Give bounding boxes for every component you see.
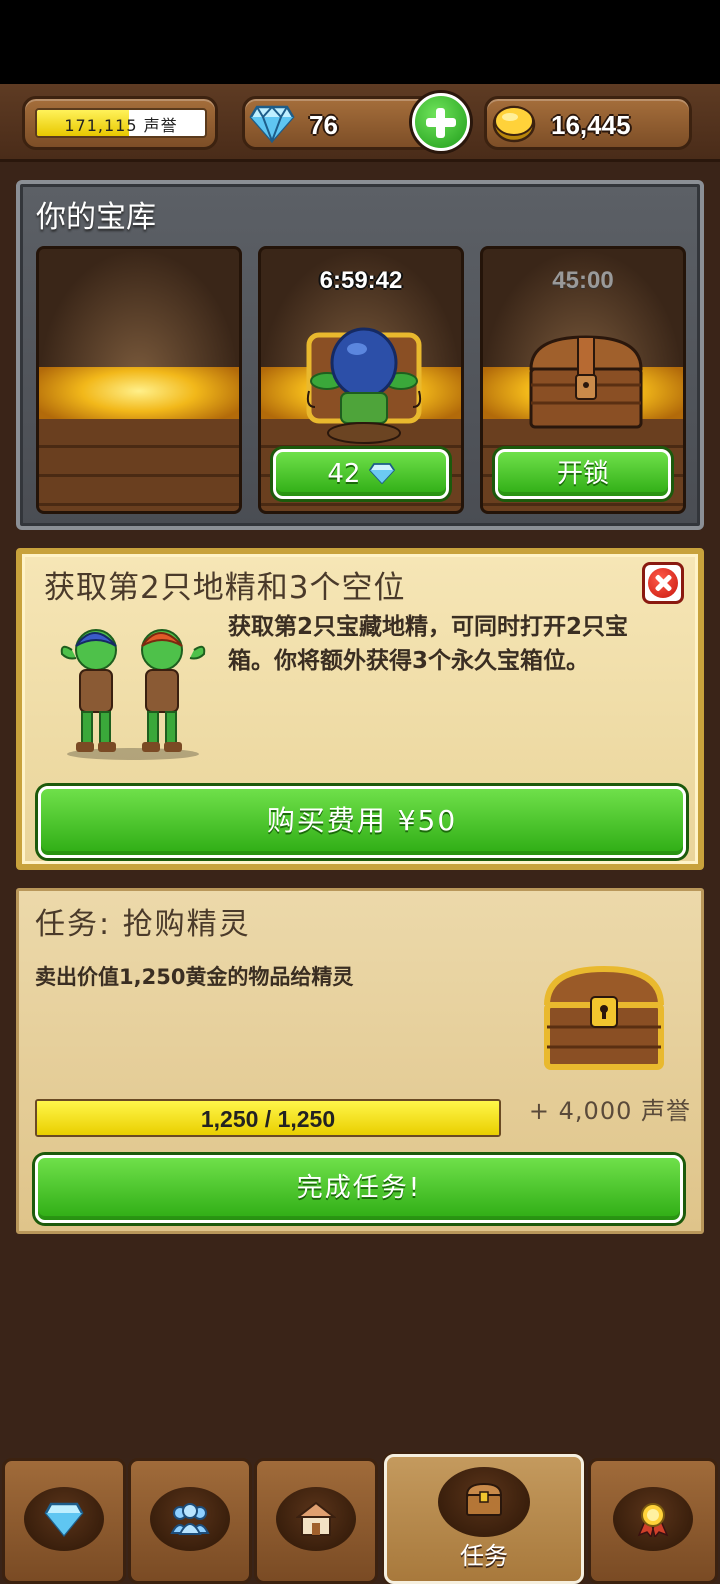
goblins-illustration: [60, 629, 206, 760]
slot-wall: [39, 249, 239, 379]
speedup-cost: 42: [327, 459, 361, 489]
close-offer-button[interactable]: [642, 562, 684, 604]
vault-slot-opening[interactable]: 6:59:42 42: [258, 246, 464, 514]
people-icon: [170, 1503, 210, 1535]
plus-icon-stem: [436, 108, 445, 138]
goblin-opening-chest-icon: [306, 327, 422, 444]
gems-count: 76: [309, 110, 338, 140]
diamond-icon: [249, 105, 295, 143]
house-icon: [296, 1501, 336, 1536]
reputation-bar: 171,115 声誉: [35, 108, 207, 138]
offer-description: 获取第2只宝藏地精，可同时打开2只宝箱。你将额外获得3个永久宝箱位。: [228, 614, 629, 674]
reputation-pill[interactable]: 171,115 声誉: [22, 96, 218, 150]
gem-icon: [44, 1502, 84, 1537]
offer-title: 获取第2只地精和3个空位: [44, 570, 406, 606]
vault-title: 你的宝库: [36, 200, 156, 235]
complete-quest-button[interactable]: 完成任务!: [35, 1155, 683, 1223]
speedup-button[interactable]: 42: [273, 449, 449, 499]
nav-label-quests: 任务: [460, 1542, 508, 1570]
chest-timer: 6:59:42: [319, 267, 403, 294]
nav-item-achievements[interactable]: [588, 1458, 718, 1584]
nav-item-quests[interactable]: 任务: [384, 1454, 584, 1584]
status-bar: [0, 0, 720, 84]
unlock-button[interactable]: 开锁: [495, 449, 671, 499]
quest-description: 卖出价值1,250黄金的物品给精灵: [35, 965, 354, 989]
vault-slot-locked[interactable]: 45:00 开锁: [480, 246, 686, 514]
gold-pill[interactable]: 16,445: [484, 96, 692, 150]
nav-item-shop[interactable]: [254, 1458, 378, 1584]
nav-item-gems[interactable]: [2, 1458, 126, 1584]
unlock-duration: 45:00: [552, 267, 614, 294]
slot-floor: [39, 419, 239, 511]
wooden-chest-icon: [529, 335, 643, 429]
gold-coin-icon: [492, 105, 536, 143]
goblin-offer-panel: 获取第2只地精和3个空位 获取第2只宝藏地精，可同时打开2只宝箱。你将额外获得3…: [16, 548, 704, 870]
add-gems-button[interactable]: [412, 93, 470, 151]
quest-progress-text: 1,250 / 1,250: [200, 1106, 336, 1132]
treasure-chest-icon: [544, 965, 664, 1070]
top-bar: 171,115 声誉 76 16,445: [0, 84, 720, 162]
gold-pile: [39, 367, 239, 427]
vault-slot-empty[interactable]: [36, 246, 242, 514]
bottom-nav: 任务: [0, 1454, 720, 1584]
vault-panel: 你的宝库 6:59:42 42 45:00 开锁: [16, 180, 704, 530]
quest-reward: + 4,000 声誉: [528, 1097, 691, 1125]
quest-panel: 任务: 抢购精灵 卖出价值1,250黄金的物品给精灵 1,250 / 1,250…: [16, 888, 704, 1234]
nav-item-social[interactable]: [128, 1458, 252, 1584]
quest-progress-bar: 1,250 / 1,250: [35, 1099, 501, 1137]
chest-icon: [465, 1482, 503, 1516]
gold-count: 16,445: [551, 110, 631, 140]
buy-goblin-button[interactable]: 购买费用 ¥50: [38, 786, 686, 858]
quest-title: 任务: 抢购精灵: [35, 907, 251, 942]
diamond-icon: [368, 463, 395, 485]
medal-icon: [637, 1503, 669, 1537]
reputation-text: 171,115 声誉: [64, 116, 178, 135]
close-icon: [648, 568, 678, 598]
